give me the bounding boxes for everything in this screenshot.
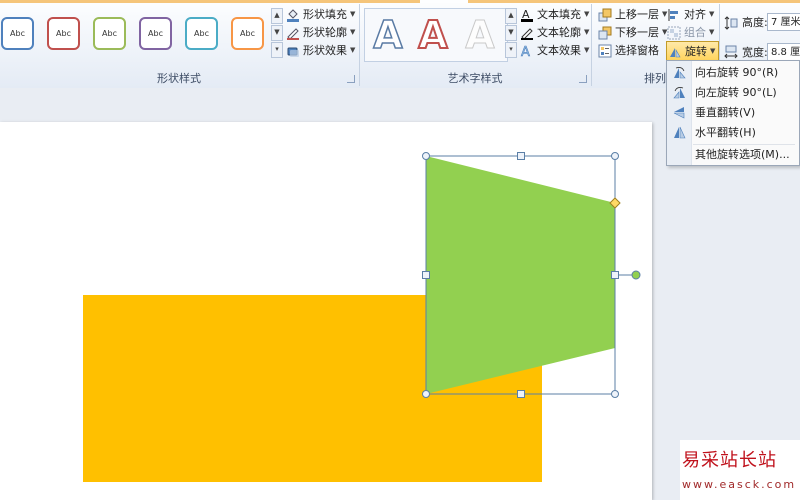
watermark: 易采站长站 www.easck.com xyxy=(680,440,800,500)
watermark-url: www.easck.com xyxy=(682,478,797,491)
rotate-left-icon xyxy=(673,86,686,99)
menu-item-label: 向右旋转 90°(R) xyxy=(695,66,779,79)
resize-handle-top-left[interactable] xyxy=(422,152,430,160)
menu-item-flip-vertical[interactable]: 垂直翻转(V) xyxy=(668,103,798,122)
resize-handle-bottom-right[interactable] xyxy=(611,390,619,398)
resize-handle-left[interactable] xyxy=(422,271,430,279)
flip-vertical-icon xyxy=(673,106,686,119)
resize-handle-top-right[interactable] xyxy=(611,152,619,160)
resize-handle-bottom[interactable] xyxy=(517,390,525,398)
rotate-right-icon xyxy=(673,66,686,79)
rotate-dropdown-menu: 向右旋转 90°(R) 向左旋转 90°(L) 垂直翻转(V) 水平翻转(H) … xyxy=(666,60,800,166)
resize-handle-top[interactable] xyxy=(517,152,525,160)
menu-item-rotate-right[interactable]: 向右旋转 90°(R) xyxy=(668,63,798,82)
rotate-handle[interactable] xyxy=(631,270,641,280)
resize-handle-bottom-left[interactable] xyxy=(422,390,430,398)
menu-item-rotate-left[interactable]: 向左旋转 90°(L) xyxy=(668,83,798,102)
menu-item-label: 其他旋转选项(M)... xyxy=(695,148,790,161)
green-trapezoid-shape[interactable] xyxy=(426,156,615,394)
menu-item-label: 向左旋转 90°(L) xyxy=(695,86,777,99)
menu-item-more-rotation-options[interactable]: 其他旋转选项(M)... xyxy=(668,145,798,164)
watermark-title: 易采站长站 xyxy=(682,450,777,471)
menu-item-label: 垂直翻转(V) xyxy=(695,106,756,119)
menu-item-flip-horizontal[interactable]: 水平翻转(H) xyxy=(668,123,798,142)
flip-horizontal-icon xyxy=(673,126,686,139)
menu-item-label: 水平翻转(H) xyxy=(695,126,756,139)
resize-handle-right[interactable] xyxy=(611,271,619,279)
